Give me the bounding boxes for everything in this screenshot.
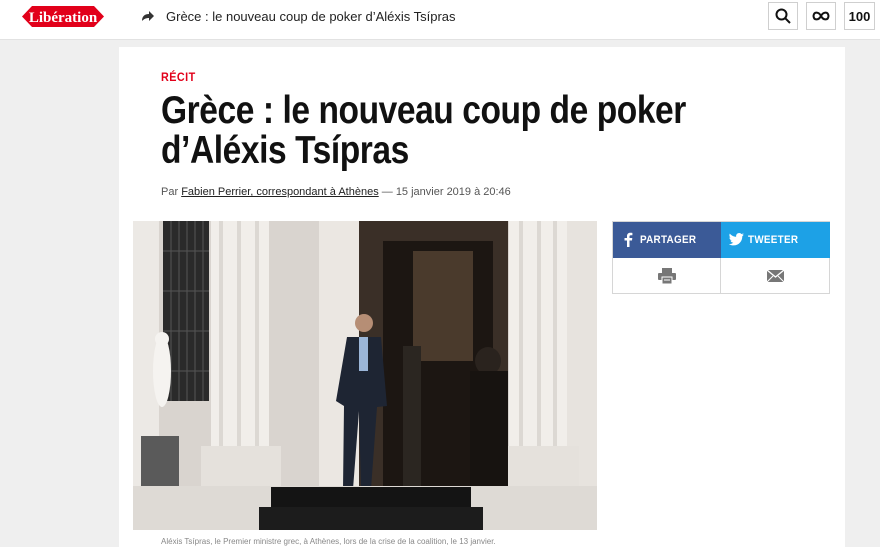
print-icon: [657, 267, 676, 284]
twitter-share-button[interactable]: TWEETER: [721, 222, 830, 258]
share-box: PARTAGER TWEETER: [612, 221, 830, 294]
share-arrow-icon[interactable]: [139, 8, 155, 24]
subscribe-100-button[interactable]: 100: [844, 2, 875, 30]
search-button[interactable]: [768, 2, 798, 30]
twitter-share-label: TWEETER: [748, 234, 799, 246]
infinity-button[interactable]: [806, 2, 836, 30]
photo-scene: [133, 221, 597, 530]
article-card: RÉCIT Grèce : le nouveau coup de poker d…: [119, 47, 845, 547]
facebook-icon: [624, 232, 633, 247]
search-icon: [775, 8, 791, 24]
article-kicker[interactable]: RÉCIT: [161, 70, 196, 84]
infinity-icon: [812, 11, 830, 21]
print-button[interactable]: [613, 258, 721, 293]
article-photo: [133, 221, 597, 530]
top-bar: Libération Grèce : le nouveau coup de po…: [0, 0, 880, 40]
facebook-share-button[interactable]: PARTAGER: [613, 222, 721, 258]
liberation-logo[interactable]: Libération: [22, 3, 104, 30]
topbar-article-title: Grèce : le nouveau coup de poker d’Aléxi…: [166, 9, 456, 24]
article-byline: Par Fabien Perrier, correspondant à Athè…: [161, 186, 511, 198]
twitter-icon: [729, 233, 744, 246]
facebook-share-label: PARTAGER: [640, 234, 697, 246]
mail-icon: [766, 269, 784, 282]
byline-prefix: Par: [161, 186, 182, 198]
byline-author-link[interactable]: Fabien Perrier, correspondant à Athènes: [181, 186, 379, 198]
logo-text: Libération: [29, 10, 98, 26]
email-share-button[interactable]: [721, 258, 829, 293]
article-headline: Grèce : le nouveau coup de poker d’Aléxi…: [161, 89, 686, 172]
byline-date: — 15 janvier 2019 à 20:46: [378, 186, 511, 198]
